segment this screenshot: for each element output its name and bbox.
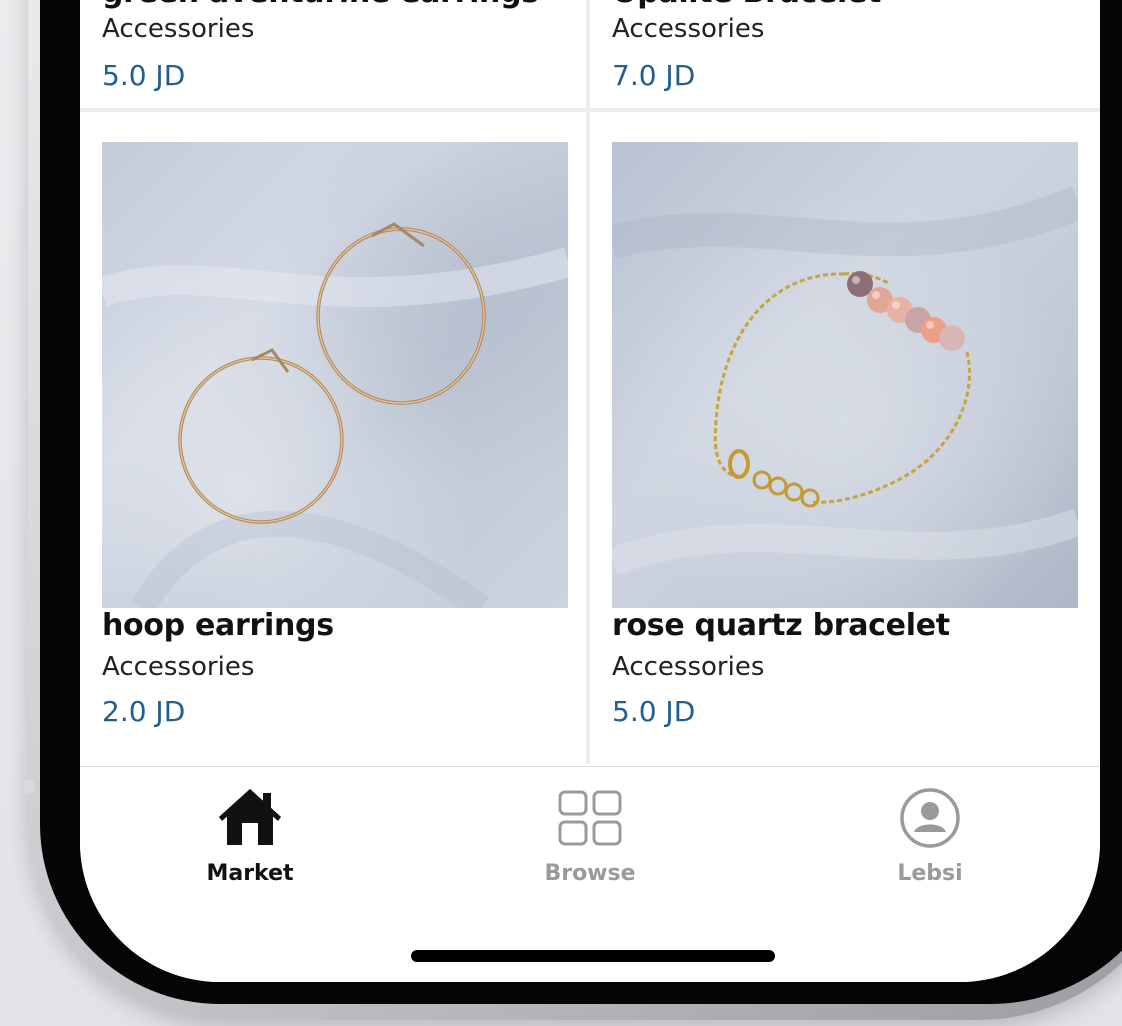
app-screen: green aventurine earrings Accessories 5.…: [80, 0, 1100, 982]
product-category: Accessories: [102, 652, 255, 682]
product-card[interactable]: green aventurine earrings Accessories 5.…: [80, 0, 586, 108]
product-card[interactable]: rose quartz bracelet Accessories 5.0 JD: [590, 112, 1100, 764]
product-name: green aventurine earrings: [102, 0, 539, 10]
product-card[interactable]: hoop earrings Accessories 2.0 JD: [80, 112, 586, 764]
product-category: Accessories: [612, 14, 765, 44]
product-price: 2.0 JD: [102, 695, 186, 728]
product-price: 7.0 JD: [612, 59, 696, 92]
product-category: Accessories: [102, 14, 255, 44]
device-mockup: green aventurine earrings Accessories 5.…: [0, 0, 1122, 1026]
product-price: 5.0 JD: [612, 695, 696, 728]
product-name: Opalite Bracelet: [612, 0, 881, 10]
product-grid: green aventurine earrings Accessories 5.…: [80, 0, 1100, 764]
grid-icon: [557, 789, 623, 851]
tab-browse[interactable]: Browse: [420, 767, 760, 897]
product-price: 5.0 JD: [102, 59, 186, 92]
product-photo: [102, 142, 568, 608]
tab-label: Lebsi: [897, 861, 963, 886]
tab-label: Browse: [544, 861, 636, 886]
tab-lebsi[interactable]: Lebsi: [760, 767, 1100, 897]
tab-label: Market: [206, 861, 294, 886]
house-icon: [215, 785, 285, 853]
home-indicator[interactable]: [411, 950, 775, 962]
product-category: Accessories: [612, 652, 765, 682]
user-circle-icon: [899, 787, 961, 853]
side-button: [24, 780, 34, 794]
product-card[interactable]: Opalite Bracelet Accessories 7.0 JD: [590, 0, 1100, 108]
product-name: rose quartz bracelet: [612, 608, 950, 643]
rose-quartz-bracelet-image: [612, 142, 1078, 608]
product-name: hoop earrings: [102, 608, 334, 643]
tab-market[interactable]: Market: [80, 767, 420, 897]
hoop-earrings-image: [102, 142, 568, 608]
product-photo: [612, 142, 1078, 608]
